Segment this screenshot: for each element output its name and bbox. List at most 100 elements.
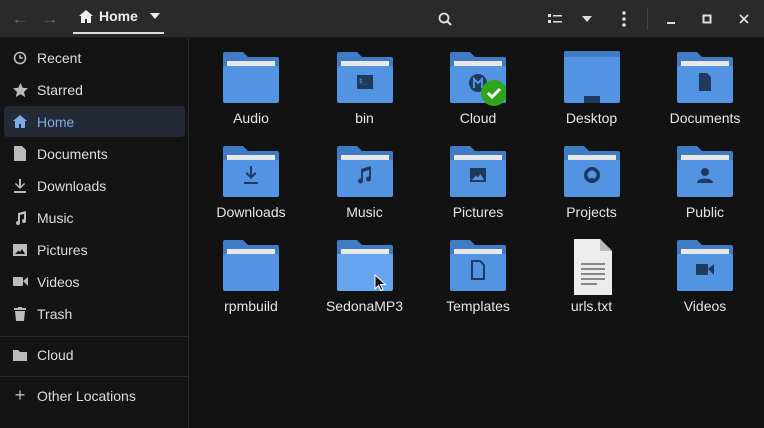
file-item-downloads[interactable]: Downloads — [196, 132, 306, 226]
file-item-sedonamp3[interactable]: SedonaMP3 — [310, 226, 420, 320]
text-file-icon — [573, 239, 612, 295]
file-item-videos[interactable]: Videos — [650, 226, 760, 320]
sidebar-item-label: Starred — [37, 81, 83, 98]
chevron-down-icon — [582, 16, 592, 22]
sidebar-item-other-locations[interactable]: + Other Locations — [4, 380, 185, 411]
folder-icon — [336, 146, 393, 197]
minimize-icon — [667, 22, 675, 24]
sidebar-item-starred[interactable]: Starred — [4, 74, 185, 105]
file-name: rpmbuild — [224, 298, 278, 314]
header-bar: ← → Home — [0, 0, 764, 38]
sidebar-item-label: Recent — [37, 49, 82, 66]
sidebar-item-downloads[interactable]: Downloads — [4, 170, 185, 201]
menu-button[interactable] — [614, 0, 634, 38]
list-view-icon — [548, 14, 562, 23]
sidebar-item-label: Pictures — [37, 241, 88, 258]
forward-button[interactable]: → — [38, 0, 62, 38]
file-item-desktop[interactable]: Desktop — [537, 38, 647, 132]
kebab-menu-icon — [622, 11, 626, 27]
download-icon — [12, 178, 28, 193]
sidebar-item-pictures[interactable]: Pictures — [4, 234, 185, 265]
path-label: Home — [99, 8, 138, 24]
file-name: bin — [355, 110, 374, 126]
folder-icon — [677, 146, 733, 197]
folder-icon — [223, 146, 279, 197]
folder-icon — [677, 240, 733, 291]
folder-icon — [223, 240, 279, 291]
sidebar-item-home[interactable]: Home — [4, 106, 185, 137]
folder-icon: $_ — [336, 52, 393, 103]
back-button[interactable]: ← — [8, 0, 32, 38]
view-list-button[interactable] — [543, 0, 567, 38]
file-item-projects[interactable]: Projects — [537, 132, 647, 226]
sidebar-item-label: Home — [37, 113, 75, 130]
file-item-bin[interactable]: $_bin — [310, 38, 420, 132]
desktop-folder-icon — [563, 51, 620, 103]
file-item-music[interactable]: Music — [310, 132, 420, 226]
file-name: Videos — [683, 298, 727, 314]
minimize-button[interactable] — [660, 0, 682, 38]
divider — [647, 8, 648, 30]
sidebar-item-label: Trash — [37, 305, 73, 322]
file-name: Pictures — [452, 204, 504, 220]
file-name: Desktop — [565, 110, 618, 126]
sidebar: Cloud + Other Locations Recent Starred Hom… — [0, 38, 189, 428]
sidebar-item-videos[interactable]: Videos — [4, 266, 185, 297]
clock-icon — [12, 51, 28, 65]
sidebar-item-label: Videos — [37, 273, 80, 290]
sidebar-item-cloud[interactable]: Cloud — [4, 339, 185, 370]
file-name: Templates — [446, 298, 510, 314]
home-icon — [12, 115, 28, 128]
folder-icon — [12, 349, 28, 361]
picture-icon — [12, 243, 28, 256]
folder-icon — [450, 240, 506, 291]
video-icon — [12, 276, 28, 287]
sidebar-separator — [0, 336, 189, 337]
file-item-urls-txt[interactable]: urls.txt — [537, 226, 647, 320]
search-button[interactable] — [432, 0, 458, 38]
chevron-down-icon — [149, 13, 160, 19]
close-icon — [739, 14, 749, 24]
document-icon — [12, 146, 28, 161]
file-name: Cloud — [459, 110, 497, 126]
path-bar-home[interactable]: Home — [73, 0, 164, 34]
arrow-left-icon: ← — [11, 9, 29, 28]
folder-icon — [223, 52, 279, 103]
sidebar-item-trash[interactable]: Trash — [4, 298, 185, 329]
sidebar-item-documents[interactable]: Documents — [4, 138, 185, 169]
sidebar-separator — [0, 376, 189, 377]
star-icon — [12, 82, 28, 97]
arrow-right-icon: → — [41, 9, 59, 28]
file-item-audio[interactable]: Audio — [196, 38, 306, 132]
home-icon — [79, 9, 93, 23]
view-options-button[interactable] — [577, 0, 597, 38]
file-name: Projects — [566, 204, 617, 220]
file-item-pictures[interactable]: Pictures — [423, 132, 533, 226]
file-item-templates[interactable]: Templates — [423, 226, 533, 320]
sidebar-item-label: Documents — [37, 145, 108, 162]
file-item-documents[interactable]: Documents — [650, 38, 760, 132]
svg-text:$_: $_ — [359, 78, 367, 85]
search-icon — [438, 12, 452, 26]
folder-icon — [450, 52, 506, 106]
file-grid: Audio $_bin Cloud Desktop Documents Downloads… — [190, 38, 764, 428]
close-button[interactable] — [733, 0, 755, 38]
plus-icon: + — [14, 385, 26, 405]
folder-icon — [677, 52, 733, 103]
file-item-cloud[interactable]: Cloud — [423, 38, 533, 132]
file-name: Downloads — [216, 204, 286, 220]
file-name: Audio — [233, 110, 269, 126]
maximize-button[interactable] — [696, 0, 718, 38]
file-name: Public — [685, 204, 725, 220]
sidebar-item-label: Other Locations — [37, 387, 136, 404]
maximize-icon — [702, 14, 712, 24]
folder-icon — [336, 240, 393, 292]
file-name: Music — [346, 204, 383, 220]
file-item-rpmbuild[interactable]: rpmbuild — [196, 226, 306, 320]
sidebar-item-label: Downloads — [37, 177, 107, 194]
file-item-public[interactable]: Public — [650, 132, 760, 226]
sidebar-item-music[interactable]: Music — [4, 202, 185, 233]
sidebar-item-recent[interactable]: Recent — [4, 42, 185, 73]
file-name: urls.txt — [570, 298, 613, 314]
sidebar-item-label: Music — [37, 209, 74, 226]
